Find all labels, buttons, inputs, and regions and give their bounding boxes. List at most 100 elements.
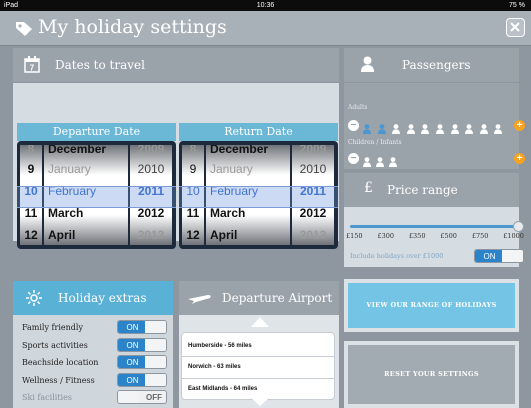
- price-panel-header: £ Price range: [344, 173, 519, 207]
- picker-cell: 12: [186, 228, 200, 242]
- extra-toggle[interactable]: ON: [117, 372, 167, 387]
- children-minus-button[interactable]: −: [348, 153, 359, 164]
- toggle-state: ON: [118, 321, 147, 333]
- departure-picker-wheels[interactable]: 8 9 10 11 12 December January February M…: [17, 141, 176, 249]
- toggle-knob: [118, 391, 139, 403]
- extra-label: Wellness / Fitness: [22, 375, 95, 385]
- dates-title: Dates to travel: [55, 58, 145, 72]
- reset-settings-button[interactable]: RESET YOUR SETTINGS: [348, 345, 515, 404]
- picker-cell: 9: [189, 162, 197, 176]
- toggle-knob: [145, 338, 166, 351]
- extra-toggle[interactable]: ON: [117, 320, 167, 334]
- pound-icon: £: [364, 180, 373, 196]
- adults-minus-button[interactable]: −: [348, 120, 359, 131]
- page-title: My holiday settings: [38, 16, 227, 38]
- toggle-knob: [502, 250, 523, 262]
- price-tick: £750: [471, 232, 489, 240]
- child-person-icon[interactable]: [389, 154, 397, 167]
- picker-cell: April: [210, 228, 238, 242]
- price-title: Price range: [387, 183, 458, 197]
- extra-label: Sports activities: [22, 340, 88, 350]
- include-over-toggle[interactable]: ON: [474, 249, 524, 263]
- price-tick: £300: [377, 232, 394, 240]
- child-person-icon[interactable]: [376, 154, 384, 167]
- toggle-knob: [145, 373, 166, 386]
- picker-cell: 9: [27, 162, 35, 176]
- divider: [182, 378, 334, 379]
- selection-band: [179, 186, 338, 208]
- airport-panel-header: Departure Airport: [179, 281, 339, 315]
- toggle-state: ON: [118, 338, 147, 351]
- passengers-title: Passengers: [402, 58, 471, 72]
- adult-person-icon[interactable]: [406, 121, 415, 134]
- selection-band: [17, 186, 176, 208]
- airport-title: Departure Airport: [222, 291, 333, 305]
- picker-cell: 8: [27, 145, 35, 156]
- children-label: Children / Infants: [348, 139, 402, 146]
- toggle-state: ON: [475, 250, 504, 262]
- scroll-up-arrow-icon[interactable]: [251, 317, 269, 327]
- picker-cell: January: [48, 162, 91, 176]
- adult-person-icon[interactable]: [494, 121, 503, 134]
- picker-cell: 2010: [137, 162, 165, 176]
- battery-level: 75 %: [509, 2, 525, 9]
- price-slider-track[interactable]: [350, 225, 519, 228]
- extras-panel-header: Holiday extras: [13, 281, 173, 315]
- adult-person-icon[interactable]: [421, 121, 430, 134]
- reset-settings-button-frame: RESET YOUR SETTINGS: [344, 341, 519, 408]
- adult-person-icon[interactable]: [392, 121, 401, 134]
- toggle-state: ON: [118, 373, 147, 386]
- picker-cell: 2010: [299, 162, 327, 176]
- adult-person-icon[interactable]: [377, 121, 386, 134]
- adult-person-icon[interactable]: [479, 121, 488, 134]
- price-ticks: £150 £300 £350 £500 £750 £1000: [346, 232, 524, 240]
- close-icon: [510, 22, 520, 32]
- dates-panel-header: 7 Dates to travel: [13, 48, 339, 82]
- picker-cell: January: [210, 162, 253, 176]
- extra-toggle[interactable]: OFF: [117, 390, 167, 404]
- airport-item[interactable]: Norwich - 63 miles: [188, 364, 241, 370]
- price-slider-knob[interactable]: [513, 221, 524, 232]
- adult-person-icon[interactable]: [436, 121, 444, 134]
- extra-toggle[interactable]: ON: [117, 355, 167, 369]
- picker-cell: 12: [24, 228, 38, 242]
- include-over-label: Include holidays over £1000: [350, 252, 444, 260]
- extra-toggle[interactable]: ON: [117, 337, 167, 352]
- price-tick: £1000: [503, 232, 524, 240]
- picker-cell: 2013: [137, 228, 165, 242]
- toggle-state: ON: [118, 356, 147, 368]
- airport-item[interactable]: Humberside - 56 miles: [188, 343, 252, 349]
- adults-plus-button[interactable]: +: [514, 120, 525, 131]
- return-date-title: Return Date: [179, 123, 338, 141]
- toggle-state: OFF: [146, 393, 162, 402]
- adult-person-icon[interactable]: [363, 121, 371, 134]
- picker-cell: 2013: [299, 228, 327, 242]
- scroll-down-arrow-icon[interactable]: [251, 398, 269, 406]
- extra-label: Beachside location: [22, 358, 99, 367]
- extra-label: Family friendly: [22, 323, 83, 332]
- calendar-icon: 7: [24, 56, 40, 73]
- price-tick: £500: [440, 232, 457, 240]
- picker-cell: December: [210, 145, 269, 156]
- view-holidays-button-frame: VIEW OUR RANGE OF HOLIDAYS: [344, 279, 519, 332]
- child-person-icon[interactable]: [363, 154, 371, 167]
- airport-list[interactable]: Humberside - 56 miles Norwich - 63 miles…: [181, 332, 335, 400]
- children-plus-button[interactable]: +: [514, 153, 525, 164]
- airport-item[interactable]: East Midlands - 64 miles: [188, 386, 257, 392]
- return-picker-wheels[interactable]: 8 9 10 11 12 December January February M…: [179, 141, 338, 249]
- picker-cell: December: [48, 145, 107, 156]
- view-holidays-button[interactable]: VIEW OUR RANGE OF HOLIDAYS: [348, 283, 515, 328]
- price-tick: £350: [408, 232, 426, 240]
- departure-date-title: Departure Date: [17, 123, 176, 141]
- picker-cell: 8: [189, 145, 197, 156]
- close-button[interactable]: [506, 18, 525, 37]
- header: My holiday settings: [0, 11, 531, 46]
- adults-label: Adults: [348, 104, 368, 111]
- tag-icon: [16, 22, 32, 36]
- person-icon: [361, 56, 374, 72]
- sun-icon: [26, 290, 42, 306]
- adult-person-icon[interactable]: [450, 121, 459, 134]
- adult-person-icon[interactable]: [465, 121, 474, 134]
- extras-title: Holiday extras: [58, 291, 147, 305]
- toggle-knob: [145, 356, 166, 368]
